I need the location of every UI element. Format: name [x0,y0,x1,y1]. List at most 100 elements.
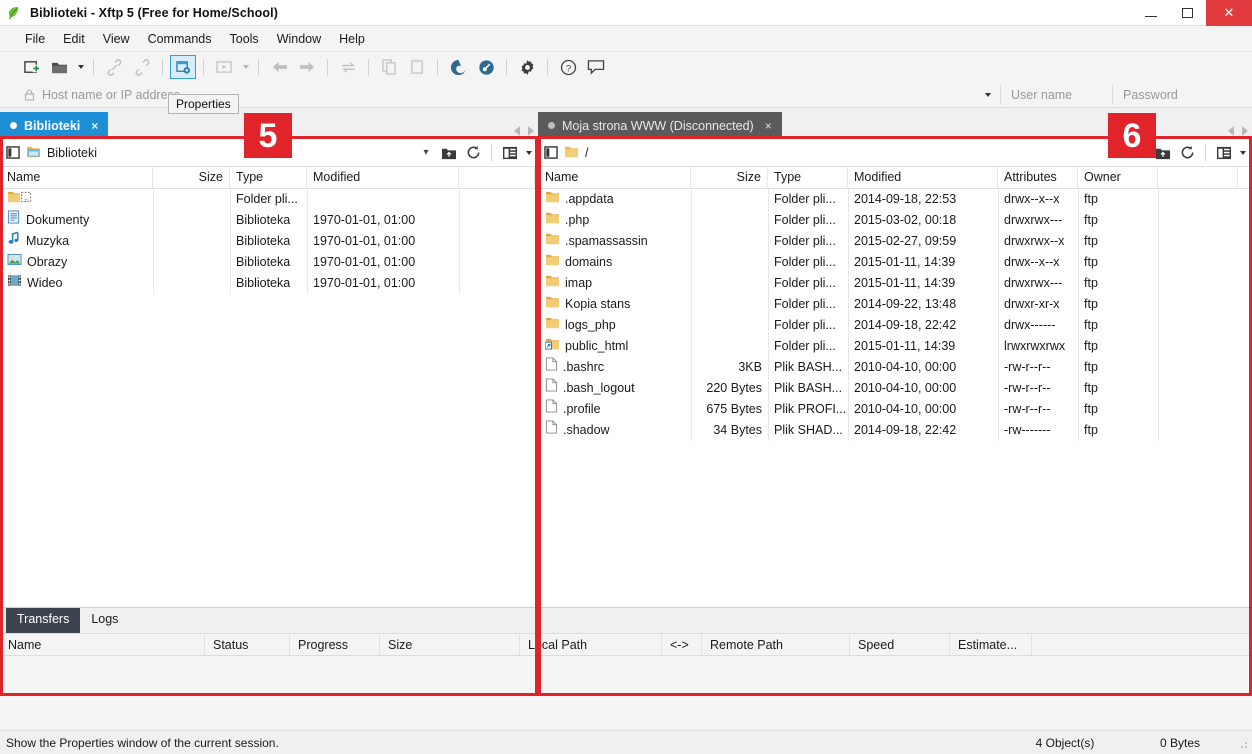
menu-item-help[interactable]: Help [330,29,374,49]
tab-close-icon[interactable]: × [765,119,772,133]
view-mode-icon[interactable] [497,141,522,165]
feedback-icon[interactable] [583,55,609,79]
cell-size [691,231,768,252]
cell-name: .bashrc [539,357,691,378]
close-button[interactable]: ✕ [1206,0,1252,26]
tab-scroll-right-icon[interactable] [528,126,534,136]
transfer-column-local-path[interactable]: Local Path [520,634,662,655]
file-row[interactable]: .profile 675 Bytes Plik PROFI... 2010-04-10… [539,399,1251,420]
folder-icon [545,231,560,252]
file-row[interactable]: .bash_logout 220 Bytes Plik BASH... 2010-04… [539,378,1251,399]
column-header-type[interactable]: Type [768,167,848,188]
folder-icon [545,252,560,273]
resize-grip-icon[interactable] [1235,736,1249,750]
tab-moja-strona-www[interactable]: Moja strona WWW (Disconnected) × [538,112,782,139]
transfer-column-remote-path[interactable]: Remote Path [702,634,850,655]
tab-close-icon[interactable]: × [91,119,98,133]
open-folder-icon[interactable] [46,55,72,79]
view-mode-dropdown-icon[interactable] [1236,141,1248,165]
file-row[interactable]: logs_php Folder pli... 2014-09-18, 22:42 dr… [539,315,1251,336]
host-dropdown-icon[interactable] [974,92,1000,97]
file-row[interactable]: Kopia stans Folder pli... 2014-09-22, 13:4… [539,294,1251,315]
tab-transfers[interactable]: Transfers [6,608,81,633]
status-bar: Show the Properties window of the curren… [0,730,1252,754]
file-row[interactable]: .. Folder pli... [1,189,537,210]
file-row[interactable]: Obrazy Biblioteka 1970-01-01, 01:00 [1,252,537,273]
file-row[interactable]: .bashrc 3KB Plik BASH... 2010-04-10, 00:00 -… [539,357,1251,378]
file-row[interactable]: .spamassassin Folder pli... 2015-02-27, 09… [539,231,1251,252]
refresh-icon[interactable] [461,141,486,165]
column-header-owner[interactable]: Owner [1078,167,1158,188]
refresh-icon[interactable] [1175,141,1200,165]
menu-item-tools[interactable]: Tools [221,29,268,49]
column-header-modified[interactable]: Modified [848,167,998,188]
xagent-icon[interactable] [473,55,499,79]
tab-scroll-right-icon[interactable] [1242,126,1248,136]
file-row[interactable]: imap Folder pli... 2015-01-11, 14:39 drwxrw… [539,273,1251,294]
transfer-list-body[interactable] [0,656,1252,728]
minimize-button[interactable] [1132,0,1169,26]
file-row[interactable]: public_html Folder pli... 2015-01-11, 14:3… [539,336,1251,357]
menu-item-file[interactable]: File [16,29,54,49]
options-gear-icon[interactable] [514,55,540,79]
file-row[interactable]: Wideo Biblioteka 1970-01-01, 01:00 [1,273,537,294]
help-icon[interactable]: ? [555,55,581,79]
column-header-attributes[interactable]: Attributes [998,167,1078,188]
menu-item-commands[interactable]: Commands [139,29,221,49]
file-row[interactable]: Muzyka Biblioteka 1970-01-01, 01:00 [1,231,537,252]
transfer-column-status[interactable]: Status [205,634,290,655]
transfer-column--[interactable]: <-> [662,634,702,655]
column-header-size[interactable]: Size [153,167,230,188]
transfer-column-speed[interactable]: Speed [850,634,950,655]
up-folder-icon[interactable] [436,141,461,165]
password-input[interactable]: Password [1112,84,1252,105]
transfer-column-progress[interactable]: Progress [290,634,380,655]
column-header-size[interactable]: Size [691,167,768,188]
file-row[interactable]: domains Folder pli... 2015-01-11, 14:39 drw… [539,252,1251,273]
transfer-list-header: Name Status Progress Size Local Path <-> Remot… [0,633,1252,656]
open-folder-dropdown-icon[interactable] [74,55,86,79]
tab-scroll-left-icon[interactable] [1228,126,1234,136]
view-mode-dropdown-icon[interactable] [522,141,534,165]
column-header-name[interactable]: Name [1,167,153,188]
file-row[interactable]: .shadow 34 Bytes Plik SHAD... 2014-09-18, 2… [539,420,1251,441]
menu-item-edit[interactable]: Edit [54,29,94,49]
file-row[interactable]: Dokumenty Biblioteka 1970-01-01, 01:00 [1,210,537,231]
pane-toggle-icon[interactable] [538,146,564,159]
local-file-list[interactable]: Name Size Type Modified .. Folder pli... Doku… [0,167,538,608]
menu-item-window[interactable]: Window [268,29,330,49]
new-session-icon[interactable] [18,55,44,79]
column-header-name[interactable]: Name [539,167,691,188]
view-mode-icon[interactable] [1211,141,1236,165]
maximize-button[interactable] [1169,0,1206,26]
remote-path-input[interactable]: / [564,139,1130,166]
local-path-input[interactable]: Biblioteki [26,139,416,166]
tab-logs[interactable]: Logs [80,608,129,633]
xshell-icon[interactable] [445,55,471,79]
transfer-column-size[interactable]: Size [380,634,520,655]
column-header-spacer[interactable] [459,167,535,188]
cell-attributes: drwxrwx--x [1004,234,1065,248]
remote-file-list[interactable]: Name Size Type Modified Attributes Owner .app… [538,167,1252,608]
username-input[interactable]: User name [1000,84,1112,105]
cell-spacer [1158,420,1238,441]
column-header-modified[interactable]: Modified [307,167,459,188]
local-path-dropdown-icon[interactable]: ▾ [416,147,436,158]
tab-scroll-left-icon[interactable] [514,126,520,136]
cell-modified: 2015-02-27, 09:59 [854,234,957,248]
properties-icon[interactable] [170,55,196,79]
file-row[interactable]: .appdata Folder pli... 2014-09-18, 22:53 dr… [539,189,1251,210]
file-row[interactable]: .php Folder pli... 2015-03-02, 00:18 drwxrw… [539,210,1251,231]
cell-modified: 2015-01-11, 14:39 [854,276,956,290]
column-header-type[interactable]: Type [230,167,307,188]
tab-biblioteki[interactable]: Biblioteki × [0,112,109,139]
cell-owner: ftp [1084,297,1098,311]
column-header-spacer[interactable] [1158,167,1238,188]
properties-tooltip: Properties [168,94,239,114]
transfer-column-name[interactable]: Name [0,634,205,655]
transfer-column-estimate-[interactable]: Estimate... [950,634,1032,655]
cell-type: Folder pli... [774,339,836,353]
menu-item-view[interactable]: View [94,29,139,49]
transfer-column-spacer[interactable] [1032,634,1252,655]
pane-toggle-icon[interactable] [0,146,26,159]
